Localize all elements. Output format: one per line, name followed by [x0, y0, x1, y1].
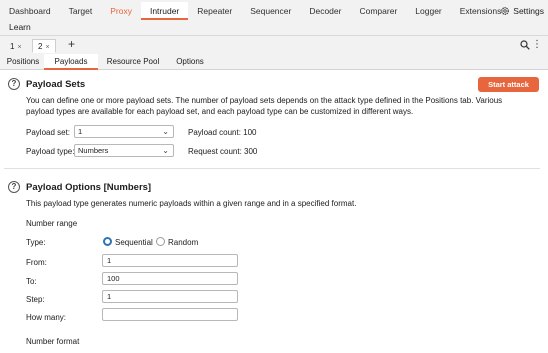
step-field[interactable]: 1 — [102, 290, 238, 303]
random-label[interactable]: Random — [168, 238, 198, 247]
help-icon[interactable]: ? — [8, 181, 20, 193]
top-bar: Dashboard Target Proxy Intruder Repeater… — [0, 0, 548, 36]
random-radio[interactable] — [156, 237, 165, 246]
number-range-heading: Number range — [26, 219, 78, 228]
tab-sequencer[interactable]: Sequencer — [241, 2, 300, 20]
settings-label: Settings — [513, 6, 544, 16]
to-field[interactable]: 100 — [102, 272, 238, 285]
intruder-subtabs: Positions Payloads Resource Pool Options — [0, 54, 548, 70]
tab-repeater[interactable]: Repeater — [188, 2, 241, 20]
payload-set-select[interactable]: 1 ⌄ — [74, 125, 174, 138]
from-field[interactable]: 1 — [102, 254, 238, 267]
payload-options-description: This payload type generates numeric payl… — [26, 199, 357, 208]
payload-type-value: Numbers — [78, 146, 109, 155]
close-icon[interactable]: × — [45, 44, 49, 51]
section-divider — [4, 168, 540, 169]
help-icon[interactable]: ? — [8, 78, 20, 90]
tab-options[interactable]: Options — [168, 54, 212, 70]
main-tabs: Dashboard Target Proxy Intruder Repeater… — [0, 2, 510, 20]
tab-proxy[interactable]: Proxy — [101, 2, 141, 20]
sequential-label[interactable]: Sequential — [115, 238, 153, 247]
gear-icon — [501, 7, 510, 15]
start-attack-button[interactable]: Start attack — [478, 77, 539, 92]
tab-intruder[interactable]: Intruder — [140, 2, 189, 20]
tab-learn[interactable]: Learn — [9, 22, 31, 32]
payload-set-label: Payload set: — [26, 128, 71, 137]
tab-decoder[interactable]: Decoder — [300, 2, 350, 20]
tab-logger[interactable]: Logger — [406, 2, 450, 20]
attack-tab-label: 1 — [10, 42, 15, 51]
payload-options-title: Payload Options [Numbers] — [26, 182, 152, 193]
chevron-down-icon: ⌄ — [162, 127, 169, 136]
how-many-field[interactable] — [102, 308, 238, 321]
payload-sets-description: You can define one or more payload sets.… — [26, 96, 503, 105]
request-count: Request count: 300 — [188, 147, 258, 156]
payload-sets-title: Payload Sets — [26, 79, 86, 90]
chevron-down-icon: ⌄ — [162, 146, 169, 155]
attack-tabs: 1 × 2 × — [0, 37, 548, 54]
attack-tab-1[interactable]: 1 × — [4, 39, 28, 53]
payload-sets-description: payload types are available for each pay… — [26, 107, 414, 116]
step-label: Step: — [26, 295, 45, 304]
number-format-heading: Number format — [26, 337, 80, 346]
tab-comparer[interactable]: Comparer — [350, 2, 406, 20]
close-icon[interactable]: × — [17, 44, 21, 51]
add-tab-icon[interactable]: + — [68, 37, 75, 52]
attack-tab-2[interactable]: 2 × — [32, 39, 56, 53]
tab-payloads[interactable]: Payloads — [44, 54, 98, 70]
payload-count: Payload count: 100 — [188, 128, 257, 137]
to-label: To: — [26, 277, 37, 286]
range-type-label: Type: — [26, 238, 46, 247]
more-options-icon[interactable]: ⋮ — [532, 39, 542, 51]
payload-type-select[interactable]: Numbers ⌄ — [74, 144, 174, 157]
tab-positions[interactable]: Positions — [2, 54, 44, 70]
sequential-radio[interactable] — [103, 237, 112, 246]
tab-resource-pool[interactable]: Resource Pool — [100, 54, 166, 70]
search-icon[interactable] — [520, 40, 530, 50]
payload-set-value: 1 — [78, 127, 83, 136]
from-label: From: — [26, 258, 47, 267]
how-many-label: How many: — [26, 313, 67, 322]
payload-type-label: Payload type: — [26, 147, 75, 156]
attack-tab-label: 2 — [38, 42, 43, 51]
payloads-panel: ? Payload Sets Start attack You can defi… — [0, 70, 548, 353]
settings-button[interactable]: Settings — [500, 3, 544, 19]
tab-target[interactable]: Target — [60, 2, 102, 20]
tab-dashboard[interactable]: Dashboard — [0, 2, 60, 20]
